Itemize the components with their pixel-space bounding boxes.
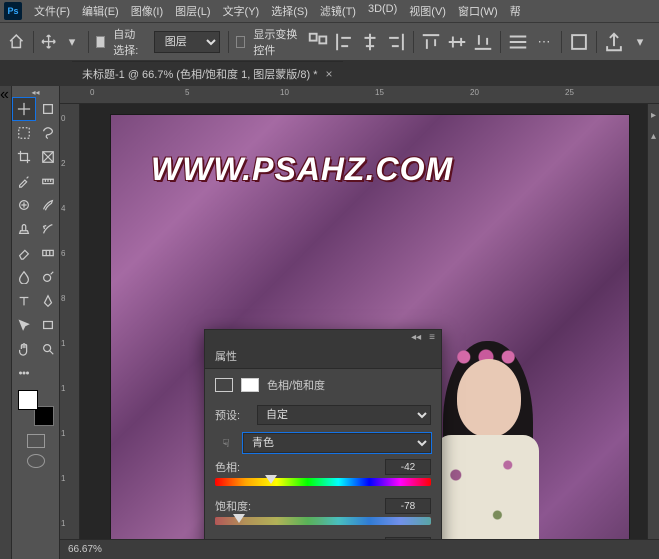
spacer[interactable] <box>37 362 59 384</box>
rect-marquee-tool[interactable] <box>13 122 35 144</box>
align-icon-5[interactable] <box>420 31 442 53</box>
close-tab-icon[interactable]: × <box>325 67 332 81</box>
menu-item[interactable]: 文字(Y) <box>217 3 266 19</box>
saturation-slider[interactable] <box>215 517 431 525</box>
hue-label: 色相: <box>215 459 240 475</box>
move-tool[interactable] <box>13 98 35 120</box>
panel-title: 属性 <box>205 344 441 369</box>
options-bar: ▾ 自动选择: 图层 显示变换控件 ⋯ ▾ <box>0 22 659 60</box>
collapse-handle[interactable]: ◂◂ <box>14 88 58 98</box>
right-panel-strip[interactable]: ▸▴ <box>647 104 659 539</box>
menu-item[interactable]: 滤镜(T) <box>314 3 362 19</box>
menu-item[interactable]: 选择(S) <box>265 3 314 19</box>
tools-panel: ◂◂ <box>12 86 60 559</box>
crop-tool[interactable] <box>13 146 35 168</box>
3d-mode-icon[interactable] <box>568 31 590 53</box>
color-swatches[interactable] <box>18 390 54 426</box>
channel-select[interactable]: 青色 <box>243 433 431 453</box>
search-icon[interactable]: ▾ <box>629 31 651 53</box>
brush-tool[interactable] <box>37 194 59 216</box>
menu-item[interactable]: 文件(F) <box>28 3 76 19</box>
spot-heal-tool[interactable] <box>13 194 35 216</box>
history-brush-tool[interactable] <box>37 218 59 240</box>
home-button[interactable] <box>8 30 25 54</box>
ruler-tool[interactable] <box>37 170 59 192</box>
saturation-input[interactable] <box>385 498 431 514</box>
path-select-tool[interactable] <box>13 314 35 336</box>
menu-item[interactable]: 窗口(W) <box>452 3 504 19</box>
align-icon-1[interactable] <box>307 31 329 53</box>
adjustment-icon[interactable] <box>215 378 233 392</box>
menu-bar: Ps 文件(F)编辑(E)图像(I)图层(L)文字(Y)选择(S)滤镜(T)3D… <box>0 0 659 22</box>
preset-select[interactable]: 自定 <box>257 405 431 425</box>
rectangle-tool[interactable] <box>37 314 59 336</box>
autoselect-label: 自动选择: <box>113 26 146 58</box>
status-bar: 66.67% <box>60 539 659 559</box>
autoselect-target[interactable]: 图层 <box>154 31 220 53</box>
pen-tool[interactable] <box>37 290 59 312</box>
edit-toolbar[interactable] <box>13 362 35 384</box>
left-collapse-strip[interactable]: « <box>0 86 12 559</box>
align-icon-3[interactable] <box>359 31 381 53</box>
dodge-tool[interactable] <box>37 266 59 288</box>
foreground-color[interactable] <box>18 390 38 410</box>
tab-title: 未标题-1 @ 66.7% (色相/饱和度 1, 图层蒙版/8) * <box>82 66 317 82</box>
watermark-text: WWW.PSAHZ.COM <box>151 151 453 188</box>
lasso-tool[interactable] <box>37 122 59 144</box>
panel-menu-icon[interactable]: ≡ <box>429 332 435 343</box>
menu-item[interactable]: 图层(L) <box>169 3 216 19</box>
hue-input[interactable] <box>385 459 431 475</box>
adjustment-name: 色相/饱和度 <box>267 377 325 393</box>
mask-icon[interactable] <box>241 378 259 392</box>
share-icon[interactable] <box>603 31 625 53</box>
menu-item[interactable]: 视图(V) <box>403 3 452 19</box>
screen-mode-button[interactable] <box>27 434 45 448</box>
menu-item[interactable]: 帮 <box>504 3 527 19</box>
finger-icon[interactable]: ☟ <box>215 437 237 450</box>
distribute-icon[interactable] <box>507 31 529 53</box>
preset-label: 预设: <box>215 407 251 423</box>
horizontal-ruler: 0510152025 <box>60 86 659 104</box>
gradient-tool[interactable] <box>37 242 59 264</box>
eraser-tool[interactable] <box>13 242 35 264</box>
lightness-input[interactable] <box>385 537 431 539</box>
transform-checkbox[interactable] <box>236 36 245 48</box>
blur-tool[interactable] <box>13 266 35 288</box>
zoom-level[interactable]: 66.67% <box>68 544 102 555</box>
move-tool-icon[interactable] <box>41 31 56 53</box>
canvas[interactable]: WWW.PSAHZ.COM ◂◂ ≡ 属性 色相/饱和度 <box>80 104 647 539</box>
saturation-label: 饱和度: <box>215 498 251 514</box>
type-tool[interactable] <box>13 290 35 312</box>
vertical-ruler: 0246811111 <box>60 104 80 539</box>
eyedropper-tool[interactable] <box>13 170 35 192</box>
zoom-tool[interactable] <box>37 338 59 360</box>
dropdown-icon[interactable]: ▾ <box>64 31 79 53</box>
quick-mask-button[interactable] <box>27 454 45 468</box>
menu-item[interactable]: 编辑(E) <box>76 3 125 19</box>
hue-slider[interactable] <box>215 478 431 486</box>
document-tab[interactable]: 未标题-1 @ 66.7% (色相/饱和度 1, 图层蒙版/8) * × <box>72 61 343 86</box>
panel-collapse-icon[interactable]: ◂◂ <box>411 332 421 343</box>
transform-label: 显示变换控件 <box>253 26 299 58</box>
properties-panel: ◂◂ ≡ 属性 色相/饱和度 预设: 自定 ☟ 青色 <box>204 329 442 539</box>
align-icon-6[interactable] <box>446 31 468 53</box>
menu-item[interactable]: 3D(D) <box>362 3 403 19</box>
align-icon-7[interactable] <box>472 31 494 53</box>
align-icon-2[interactable] <box>333 31 355 53</box>
hand-tool[interactable] <box>13 338 35 360</box>
menu-item[interactable]: 图像(I) <box>125 3 169 19</box>
align-icon-4[interactable] <box>385 31 407 53</box>
autoselect-checkbox[interactable] <box>96 36 105 48</box>
artboard-tool[interactable] <box>37 98 59 120</box>
lightness-label: 明度: <box>215 537 240 539</box>
more-icon[interactable]: ⋯ <box>533 31 555 53</box>
app-logo: Ps <box>4 2 22 20</box>
clone-stamp-tool[interactable] <box>13 218 35 240</box>
frame-tool[interactable] <box>37 146 59 168</box>
document-tabs: 未标题-1 @ 66.7% (色相/饱和度 1, 图层蒙版/8) * × <box>0 60 659 86</box>
